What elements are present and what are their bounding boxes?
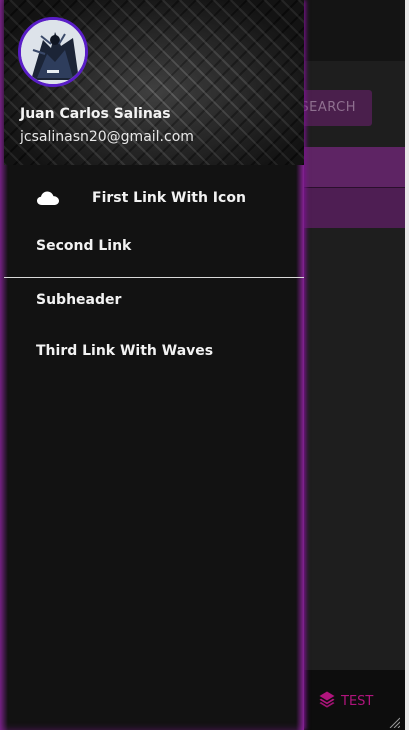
nav-link-first[interactable]: First Link With Icon: [4, 174, 304, 222]
menu-divider: [4, 277, 304, 278]
nav-link-third-waves[interactable]: Third Link With Waves: [4, 327, 304, 375]
user-email: jcsalinasn20@gmail.com: [20, 129, 194, 145]
nav-link-first-label: First Link With Icon: [92, 190, 246, 206]
test-button[interactable]: TEST: [318, 690, 373, 712]
nav-link-second[interactable]: Second Link: [4, 222, 304, 270]
user-name: Juan Carlos Salinas: [20, 106, 171, 122]
window-edge: [405, 0, 409, 730]
side-nav-drawer: Juan Carlos Salinas jcsalinasn20@gmail.c…: [0, 0, 304, 730]
test-button-label: TEST: [341, 693, 374, 709]
cloud-icon: [36, 190, 60, 206]
menu-subheader: Subheader: [36, 292, 122, 308]
layers-icon: [318, 690, 336, 712]
resize-grip-icon[interactable]: [388, 716, 400, 728]
nav-link-third-label: Third Link With Waves: [36, 343, 214, 359]
user-view-header: Juan Carlos Salinas jcsalinasn20@gmail.c…: [4, 0, 304, 165]
nav-link-second-label: Second Link: [36, 238, 132, 254]
avatar[interactable]: [18, 17, 88, 87]
